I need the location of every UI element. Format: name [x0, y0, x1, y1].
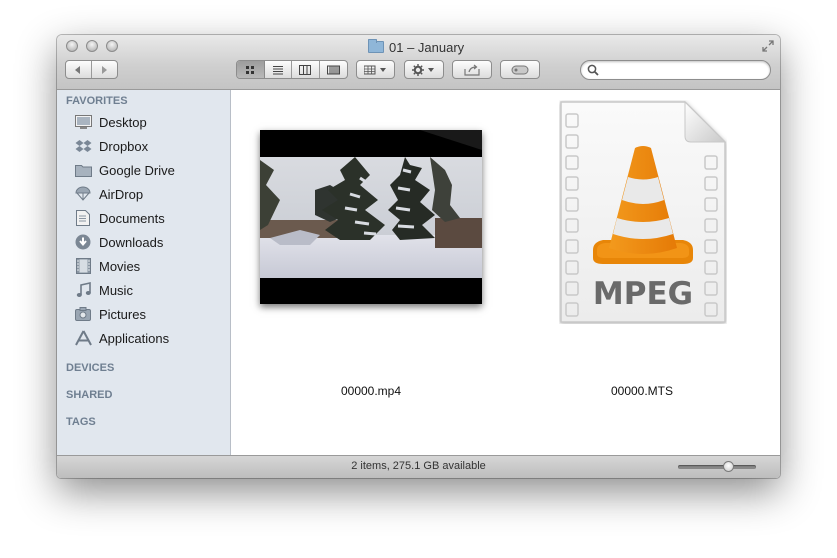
list-view-icon [272, 65, 283, 74]
sidebar: FAVORITES Desktop Dropbox Google Drive A… [57, 90, 231, 455]
desktop-icon [74, 113, 92, 131]
applications-icon [74, 329, 92, 347]
sidebar-item-downloads[interactable]: Downloads [57, 231, 230, 253]
airdrop-icon [74, 185, 92, 203]
sidebar-item-label: Pictures [99, 306, 146, 322]
favorites-header: FAVORITES [66, 95, 128, 107]
search-input[interactable] [601, 62, 765, 79]
edit-tags-button[interactable] [500, 60, 540, 79]
gear-icon [412, 63, 434, 76]
sidebar-item-movies[interactable]: Movies [57, 255, 230, 277]
fullscreen-icon[interactable] [761, 39, 775, 53]
back-forward-control [65, 60, 118, 79]
close-button[interactable] [66, 40, 78, 52]
forward-arrow-icon [102, 65, 108, 74]
column-view-button[interactable] [292, 61, 320, 78]
zoom-button[interactable] [106, 40, 118, 52]
vlc-mpeg-document-icon: MPEG [560, 100, 727, 323]
sidebar-item-label: Google Drive [99, 162, 175, 178]
sidebar-item-music[interactable]: Music [57, 279, 230, 301]
devices-header[interactable]: DEVICES [66, 362, 114, 374]
file-name-label: 00000.mp4 [340, 384, 402, 398]
window-title-text: 01 – January [389, 39, 465, 55]
status-text: 2 items, 275.1 GB available [351, 460, 486, 472]
sidebar-item-label: Movies [99, 258, 141, 274]
status-bar: 2 items, 275.1 GB available [57, 455, 780, 478]
sidebar-item-label: Applications [99, 330, 170, 346]
icon-size-slider[interactable] [678, 465, 756, 469]
downloads-icon [74, 233, 92, 251]
back-button[interactable] [66, 61, 92, 78]
search-field[interactable] [580, 60, 771, 80]
sidebar-item-applications[interactable]: Applications [57, 327, 230, 349]
shared-header[interactable]: SHARED [66, 389, 112, 401]
tag-icon [511, 65, 529, 74]
video-thumbnail [260, 130, 482, 304]
dropbox-icon [74, 137, 92, 155]
back-arrow-icon [75, 65, 81, 74]
sidebar-item-desktop[interactable]: Desktop [57, 111, 230, 133]
file-browser: 00000.mp4 MPEG 00000.MTS [231, 90, 780, 455]
list-view-button[interactable] [265, 61, 292, 78]
sidebar-item-airdrop[interactable]: AirDrop [57, 183, 230, 205]
sidebar-item-pictures[interactable]: Pictures [57, 303, 230, 325]
arrange-icon [363, 65, 386, 74]
folder-icon [368, 39, 384, 53]
arrange-button[interactable] [356, 60, 395, 79]
sidebar-item-label: Music [99, 282, 133, 298]
snowy-garden-image [260, 130, 482, 304]
titlebar: 01 – January [57, 35, 780, 90]
finder-window: 01 – January FAVORITES Desktop Dropbox G… [57, 35, 780, 478]
tags-header[interactable]: TAGS [66, 416, 96, 428]
share-icon [464, 64, 480, 76]
music-icon [74, 281, 92, 299]
movies-icon [74, 257, 92, 275]
column-view-icon [299, 64, 312, 75]
file-name-label: 00000.MTS [610, 384, 674, 398]
sidebar-item-label: Desktop [99, 114, 147, 130]
folder-icon [74, 161, 92, 179]
sidebar-item-label: Downloads [99, 234, 164, 250]
icon-view-icon [246, 65, 255, 74]
forward-button[interactable] [92, 61, 117, 78]
mpeg-badge-text: MPEG [593, 276, 693, 312]
sidebar-item-label: Dropbox [99, 138, 149, 154]
sidebar-item-google-drive[interactable]: Google Drive [57, 159, 230, 181]
view-mode-control [236, 60, 348, 79]
minimize-button[interactable] [86, 40, 98, 52]
cover-flow-view-button[interactable] [320, 61, 347, 78]
action-button[interactable] [404, 60, 444, 79]
search-icon [587, 64, 599, 76]
sidebar-item-label: AirDrop [99, 186, 144, 202]
share-button[interactable] [452, 60, 492, 79]
sidebar-item-label: Documents [99, 210, 165, 226]
cover-flow-icon [326, 65, 340, 74]
sidebar-item-dropbox[interactable]: Dropbox [57, 135, 230, 157]
pictures-icon [74, 305, 92, 323]
icon-view-button[interactable] [237, 61, 265, 78]
documents-icon [74, 209, 92, 227]
window-title: 01 – January [368, 39, 464, 55]
sidebar-item-documents[interactable]: Documents [57, 207, 230, 229]
